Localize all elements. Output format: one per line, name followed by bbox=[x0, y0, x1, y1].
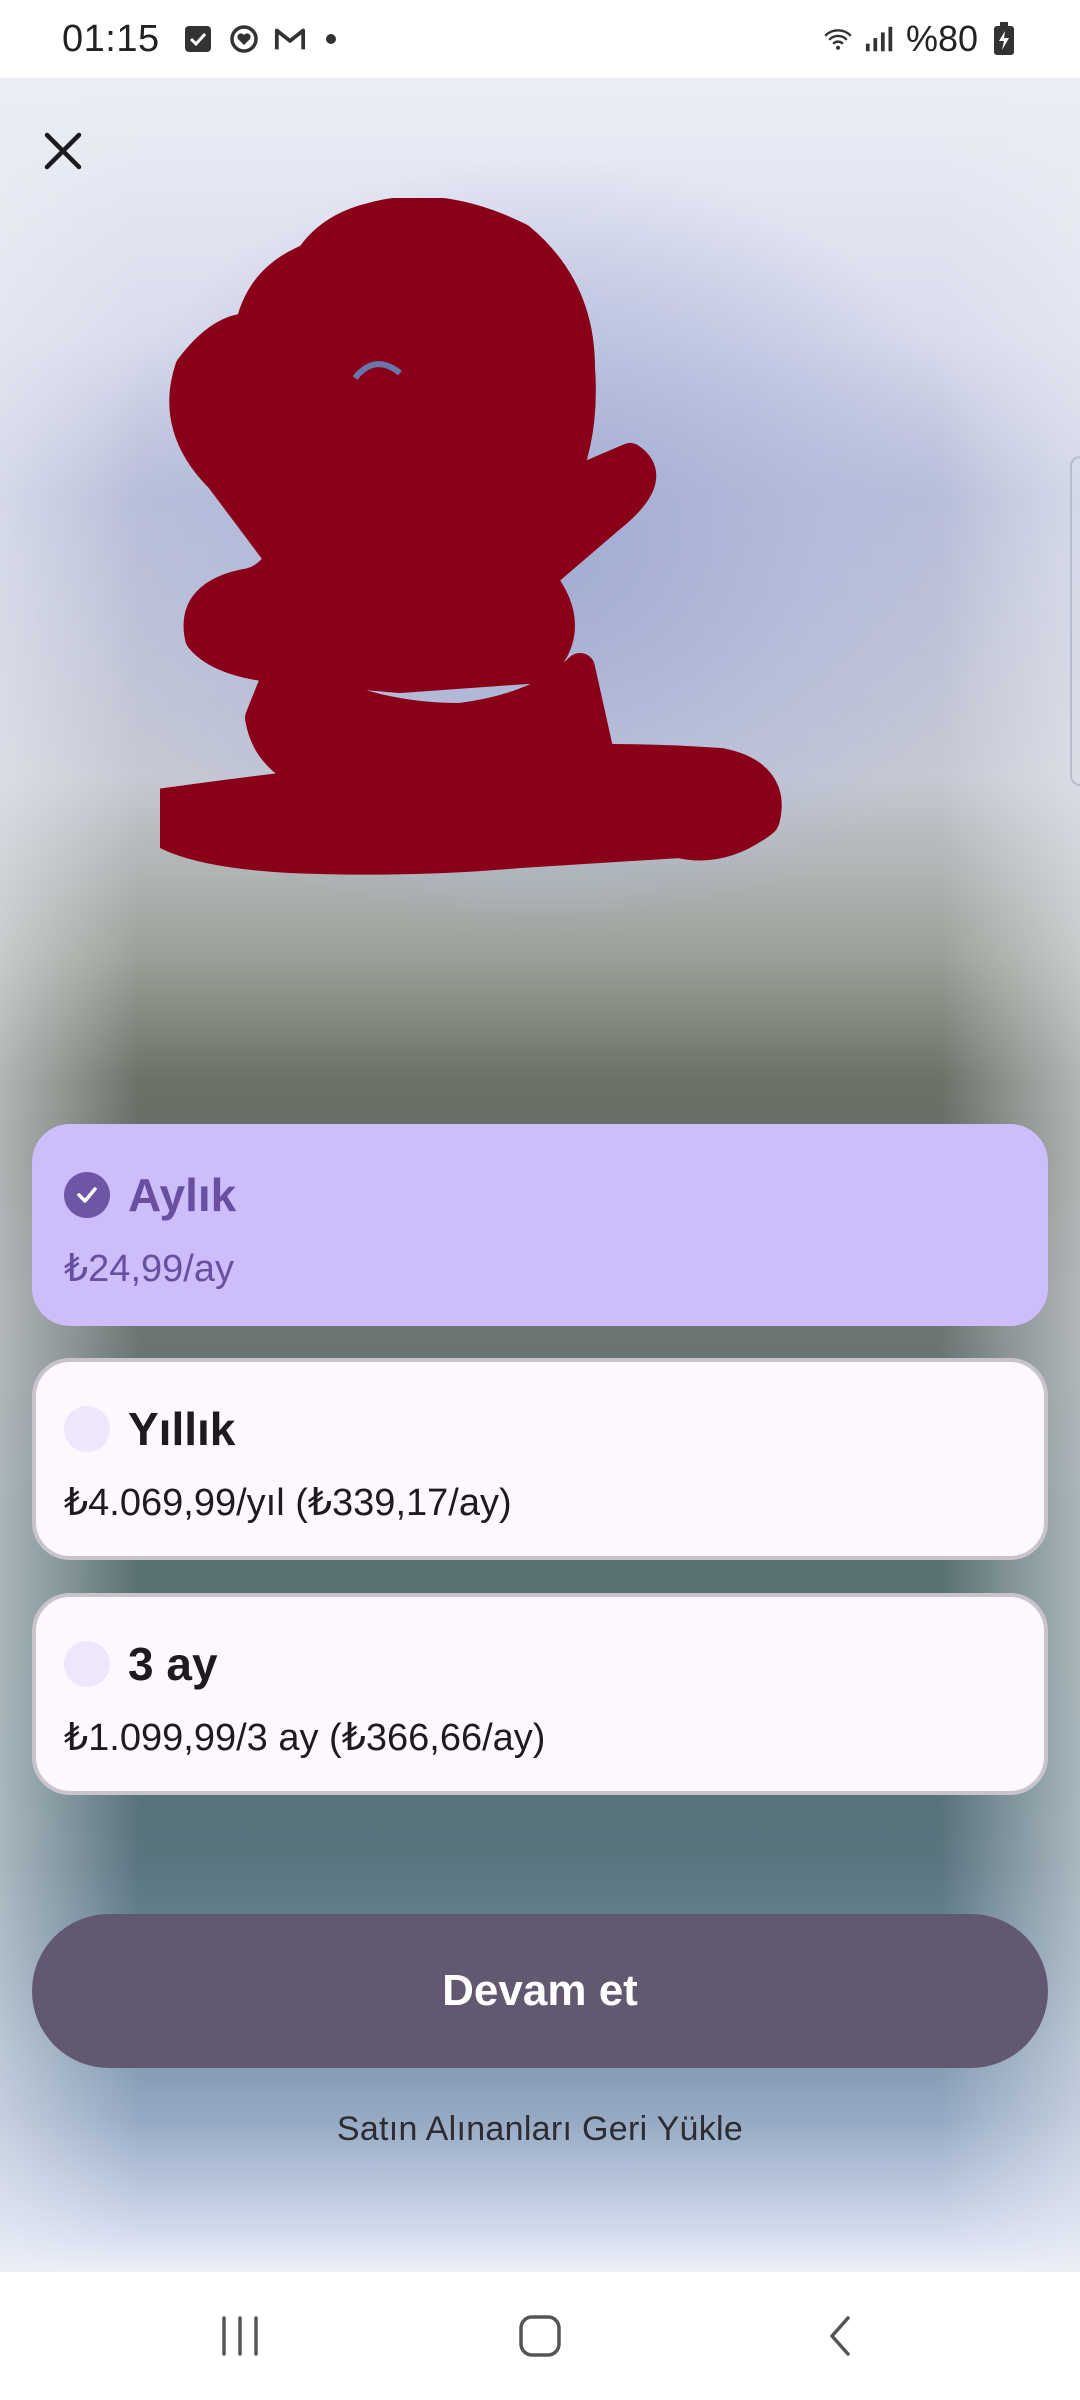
plan-option-monthly[interactable]: Aylık ₺24,99/ay bbox=[32, 1124, 1048, 1326]
close-button[interactable] bbox=[30, 118, 96, 184]
radio-unchecked-icon bbox=[64, 1641, 110, 1687]
continue-button[interactable]: Devam et bbox=[32, 1914, 1048, 2068]
close-icon bbox=[44, 132, 82, 170]
restore-purchases-link[interactable]: Satın Alınanları Geri Yükle bbox=[0, 2110, 1080, 2149]
status-bar: 01:15 %80 bbox=[0, 0, 1080, 78]
checkbox-icon bbox=[182, 23, 214, 55]
status-system-icons: %80 bbox=[822, 18, 1020, 60]
heart-sync-icon bbox=[228, 23, 260, 55]
recent-apps-icon bbox=[222, 2316, 258, 2356]
check-circle-icon bbox=[64, 1172, 110, 1218]
home-icon bbox=[519, 2315, 561, 2357]
plan-option-yearly[interactable]: Yıllık ₺4.069,99/yıl (₺339,17/ay) bbox=[32, 1358, 1048, 1560]
plan-price: ₺24,99/ay bbox=[64, 1248, 234, 1290]
back-icon bbox=[830, 2316, 850, 2356]
battery-charging-icon bbox=[988, 22, 1020, 55]
home-button[interactable] bbox=[480, 2296, 600, 2376]
signal-icon bbox=[864, 23, 896, 55]
status-time: 01:15 bbox=[62, 17, 160, 60]
edge-panel-handle[interactable] bbox=[1070, 456, 1080, 786]
plan-option-3-months[interactable]: 3 ay ₺1.099,99/3 ay (₺366,66/ay) bbox=[32, 1593, 1048, 1795]
redacted-hero-graphic bbox=[160, 198, 782, 875]
wifi-icon bbox=[822, 23, 854, 55]
plan-price: ₺1.099,99/3 ay (₺366,66/ay) bbox=[64, 1717, 546, 1759]
notification-dot-icon bbox=[325, 34, 336, 44]
plan-name: 3 ay bbox=[128, 1638, 218, 1690]
recent-apps-button[interactable] bbox=[180, 2296, 300, 2376]
navigation-bar bbox=[0, 2272, 1080, 2400]
gmail-icon bbox=[274, 23, 306, 55]
battery-percent: %80 bbox=[905, 18, 978, 59]
plan-price: ₺4.069,99/yıl (₺339,17/ay) bbox=[64, 1482, 512, 1524]
status-notification-icons bbox=[182, 23, 336, 55]
plan-name: Aylık bbox=[128, 1169, 237, 1221]
radio-unchecked-icon bbox=[64, 1406, 110, 1452]
plan-name: Yıllık bbox=[128, 1403, 236, 1455]
screen: 01:15 %80 Aylık ₺24,99/ay Yıllık ₺4.069,… bbox=[0, 0, 1080, 2400]
back-button[interactable] bbox=[780, 2296, 900, 2376]
